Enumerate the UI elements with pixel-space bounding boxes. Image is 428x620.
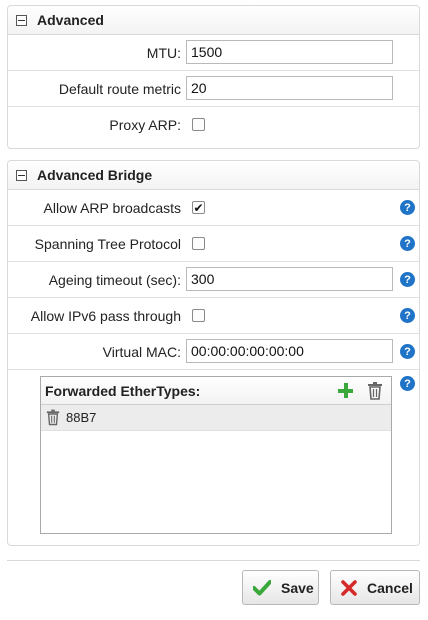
cross-icon (341, 579, 357, 596)
route-metric-input[interactable] (186, 76, 393, 100)
advanced-bridge-panel-title: Advanced Bridge (37, 167, 153, 183)
collapse-advanced-icon[interactable] (16, 14, 27, 26)
ageing-timeout-input[interactable] (186, 267, 393, 291)
mtu-input[interactable] (186, 40, 393, 64)
advanced-panel-header: Advanced (8, 6, 419, 35)
virtual-mac-label: Virtual MAC: (102, 344, 181, 360)
ethertypes-title: Forwarded EtherTypes: (45, 382, 201, 399)
proxy-arp-label: Proxy ARP: (109, 117, 181, 133)
arp-broadcasts-row: Allow ARP broadcasts ✔ ? (8, 190, 419, 226)
stp-row: Spanning Tree Protocol ? (8, 226, 419, 262)
delete-ethertype-trash-icon[interactable] (46, 409, 60, 426)
checkmark-icon (253, 579, 271, 595)
help-icon[interactable]: ? (400, 236, 415, 251)
footer-divider (7, 560, 420, 561)
stp-label: Spanning Tree Protocol (34, 236, 181, 252)
ageing-timeout-label: Ageing timeout (sec): (48, 272, 181, 288)
help-icon[interactable]: ? (400, 376, 415, 391)
advanced-panel-title: Advanced (37, 12, 104, 28)
ipv6-passthrough-checkbox[interactable] (192, 309, 205, 322)
advanced-bridge-panel-header: Advanced Bridge (8, 161, 419, 190)
mtu-label: MTU: (146, 45, 181, 61)
cancel-button[interactable]: Cancel (330, 570, 420, 605)
ethertypes-header: Forwarded EtherTypes: (41, 377, 391, 405)
virtual-mac-input[interactable] (186, 339, 393, 363)
help-icon[interactable]: ? (400, 272, 415, 287)
virtual-mac-row: Virtual MAC: ? (8, 334, 419, 370)
route-metric-row: Default route metric (8, 71, 419, 107)
stp-checkbox[interactable] (192, 237, 205, 250)
cancel-button-label: Cancel (367, 579, 413, 596)
collapse-bridge-icon[interactable] (16, 169, 27, 181)
ethertypes-row: Forwarded EtherTypes: 88B7 ? (8, 370, 419, 538)
ethertype-list-item[interactable]: 88B7 (41, 405, 391, 431)
proxy-arp-row: Proxy ARP: (8, 107, 419, 143)
mtu-row: MTU: (8, 35, 419, 71)
ageing-timeout-row: Ageing timeout (sec): ? (8, 262, 419, 298)
ipv6-passthrough-label: Allow IPv6 pass through (30, 308, 181, 324)
ethertype-value: 88B7 (66, 410, 97, 425)
proxy-arp-checkbox[interactable] (192, 118, 205, 131)
ethertypes-list: Forwarded EtherTypes: 88B7 (40, 376, 392, 534)
add-ethertype-plus-icon[interactable] (338, 383, 353, 398)
arp-broadcasts-checkbox[interactable]: ✔ (192, 201, 205, 214)
arp-broadcasts-label: Allow ARP broadcasts (43, 200, 181, 216)
help-icon[interactable]: ? (400, 344, 415, 359)
route-metric-label: Default route metric (58, 81, 181, 97)
ipv6-passthrough-row: Allow IPv6 pass through ? (8, 298, 419, 334)
help-icon[interactable]: ? (400, 308, 415, 323)
advanced-panel: Advanced MTU: Default route metric Proxy… (7, 5, 420, 149)
delete-all-trash-icon[interactable] (367, 382, 383, 400)
save-button[interactable]: Save (242, 570, 319, 605)
save-button-label: Save (281, 579, 314, 596)
help-icon[interactable]: ? (400, 200, 415, 215)
advanced-bridge-panel: Advanced Bridge Allow ARP broadcasts ✔ ?… (7, 160, 420, 546)
